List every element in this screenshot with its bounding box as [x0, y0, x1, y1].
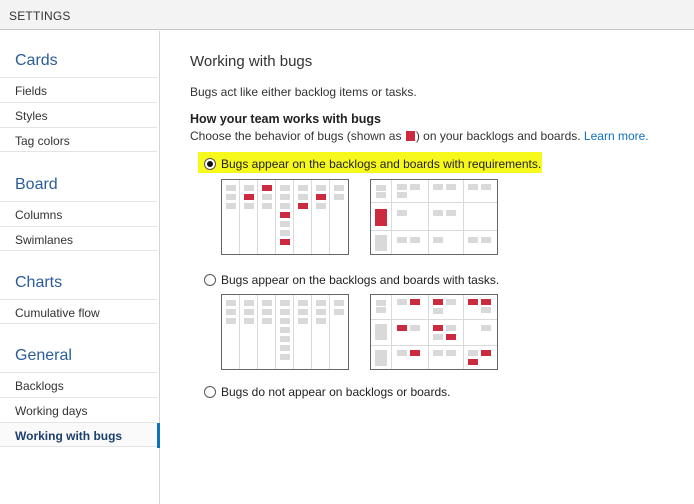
sidebar-item-styles[interactable]: Styles — [0, 102, 157, 127]
requirements-task-board-illustration — [370, 179, 498, 255]
section-header-cards: Cards — [15, 52, 58, 69]
bug-color-swatch-icon — [405, 131, 415, 141]
sidebar-item-cumulative-flow[interactable]: Cumulative flow — [0, 299, 157, 324]
settings-title-bar: SETTINGS — [0, 0, 694, 30]
option-label: Bugs do not appear on backlogs or boards… — [221, 385, 451, 399]
section-header-general: General — [15, 347, 72, 364]
option-bugs-with-requirements[interactable]: Bugs appear on the backlogs and boards w… — [204, 157, 541, 171]
behavior-description: Choose the behavior of bugs (shown as ) … — [190, 129, 649, 143]
radio-button-icon[interactable] — [204, 274, 216, 286]
option-label: Bugs appear on the backlogs and boards w… — [221, 157, 542, 171]
section-header-charts: Charts — [15, 274, 63, 291]
tasks-task-board-illustration — [370, 294, 498, 370]
radio-button-checked-icon[interactable] — [204, 158, 216, 170]
sidebar-item-columns[interactable]: Columns — [0, 201, 157, 226]
learn-more-link[interactable]: Learn more. — [584, 129, 649, 143]
intro-text: Bugs act like either backlog items or ta… — [190, 85, 417, 99]
page-title: Working with bugs — [190, 53, 313, 70]
requirements-kanban-board-illustration — [221, 179, 349, 255]
sidebar-item-working-days[interactable]: Working days — [0, 397, 157, 422]
radio-button-icon[interactable] — [204, 386, 216, 398]
sidebar-item-tag-colors[interactable]: Tag colors — [0, 127, 157, 152]
section-header-board: Board — [15, 176, 58, 193]
tasks-kanban-board-illustration — [221, 294, 349, 370]
sidebar-item-swimlanes[interactable]: Swimlanes — [0, 226, 157, 251]
option-bugs-not-on-backlogs[interactable]: Bugs do not appear on backlogs or boards… — [204, 385, 451, 399]
section-subheading: How your team works with bugs — [190, 112, 381, 126]
sidebar-item-fields[interactable]: Fields — [0, 77, 157, 102]
description-text: Choose the behavior of bugs (shown as — [190, 129, 402, 143]
sidebar-item-working-with-bugs[interactable]: Working with bugs — [0, 422, 160, 448]
description-text-end: ) on your backlogs and boards. — [415, 129, 581, 143]
sidebar-item-backlogs[interactable]: Backlogs — [0, 372, 157, 397]
option-bugs-with-tasks[interactable]: Bugs appear on the backlogs and boards w… — [204, 273, 499, 287]
settings-sidebar: Cards Fields Styles Tag colors Board Col… — [0, 31, 160, 504]
main-content: Working with bugs Bugs act like either b… — [160, 31, 694, 504]
option-label: Bugs appear on the backlogs and boards w… — [221, 273, 500, 287]
window-title: SETTINGS — [9, 9, 71, 23]
